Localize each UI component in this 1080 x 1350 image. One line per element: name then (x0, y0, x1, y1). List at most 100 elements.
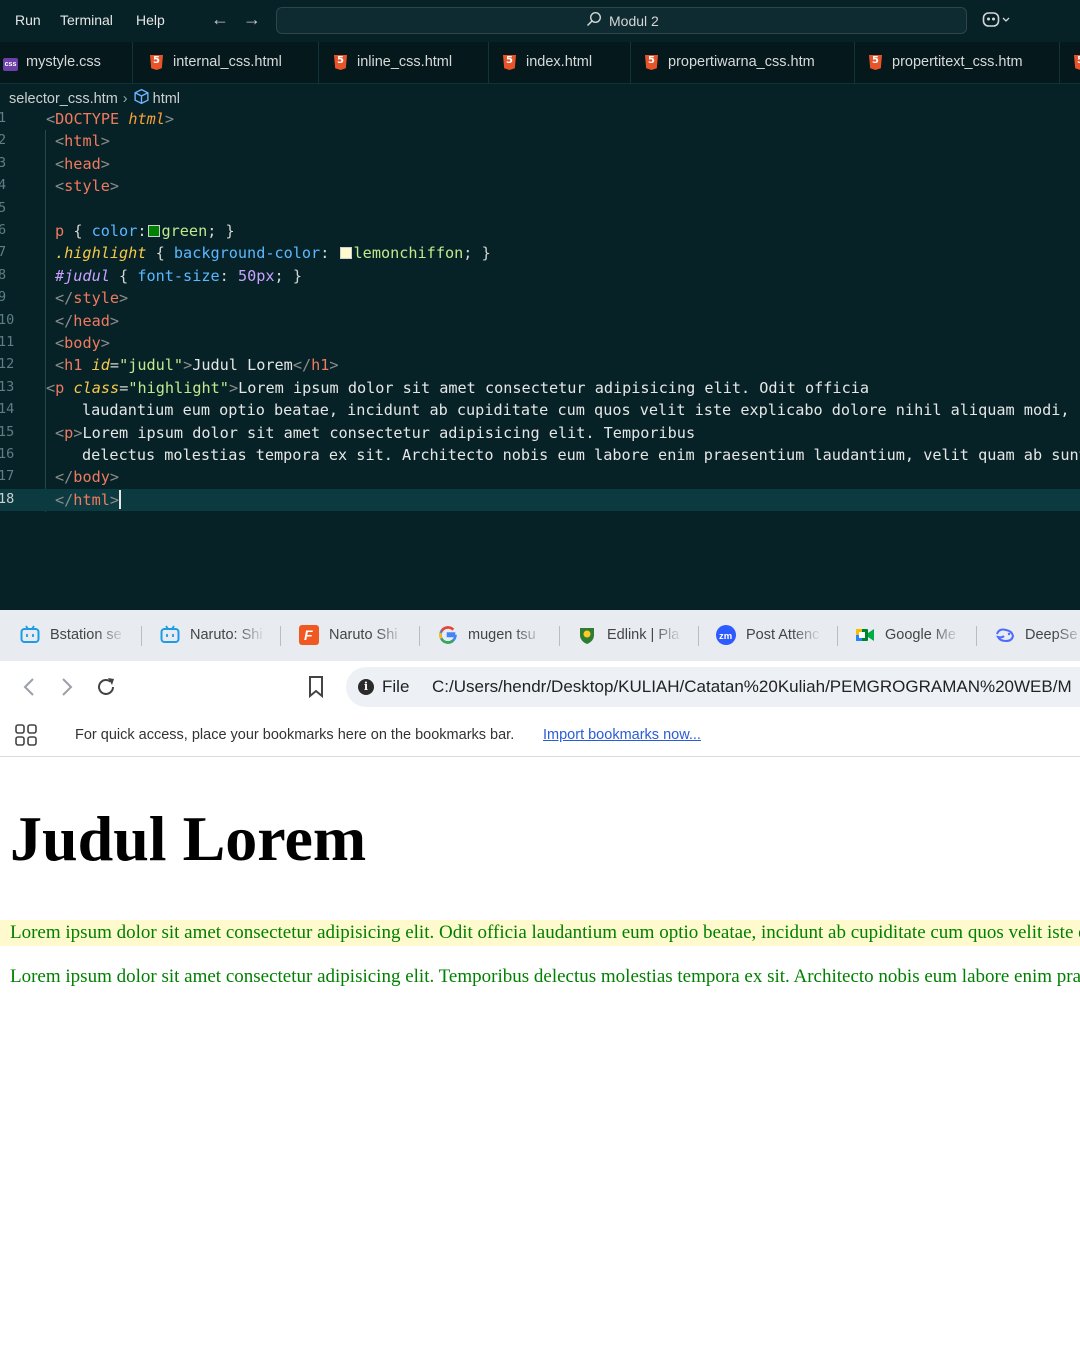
info-icon[interactable]: i (358, 679, 374, 695)
code-line-17: 17 </body> (0, 468, 120, 487)
css-value: 50px (237, 266, 275, 285)
tab-separator (976, 626, 977, 646)
menu-run[interactable]: Run (15, 12, 41, 28)
browser-tab-label: Edlink | Pla (607, 627, 683, 643)
bilibili-icon (160, 625, 180, 643)
browser-tab-post-attendance[interactable]: zm Post Attenc (716, 610, 836, 661)
command-center[interactable]: Modul 2 (276, 7, 967, 34)
doctype-keyword: DOCTYPE (55, 110, 120, 128)
line-number: 15 (0, 423, 15, 440)
svg-text:zm: zm (719, 631, 732, 642)
line-number: 11 (0, 334, 15, 350)
reload-icon[interactable] (94, 675, 118, 699)
copilot-icon[interactable] (982, 10, 1012, 34)
menu-terminal[interactable]: Terminal (60, 12, 113, 28)
attribute-name: id (91, 356, 110, 375)
code-line-15: 15 <p>Lorem ipsum dolor sit amet consect… (0, 423, 696, 442)
tag-name: h1 (311, 356, 330, 375)
code-line-6: 6 p { color: green; } (0, 222, 235, 240)
code-editor[interactable]: 1 <DOCTYPE html> 2 <html> 3 <head> 4 <st… (0, 108, 1080, 528)
line-number: 6 (0, 222, 7, 238)
copilot-glyph (982, 12, 1010, 27)
browser-window: Bstation se Naruto: Shi F Naruto Shi mug… (0, 610, 1080, 1350)
code-line-4: 4 <style> (0, 177, 120, 196)
code-line-1: 1 <DOCTYPE html> (0, 110, 175, 128)
zoom-icon: zm (716, 625, 736, 645)
color-swatch-lemonchiffon[interactable] (339, 247, 352, 260)
title-bar: Run Terminal Help ← → Modul 2 (0, 0, 1080, 42)
tab-propertiwarna-css[interactable]: propertiwarna_css.htm (631, 42, 855, 84)
browser-tab-label: mugen tsu (468, 627, 544, 643)
text-content: Lorem ipsum dolor sit amet consectetur a… (238, 378, 870, 397)
browser-tab-label: Google Me (885, 627, 961, 643)
tab-index-html[interactable]: index.html (489, 42, 631, 84)
tag-name: head (64, 154, 101, 173)
code-line-18: 18 </html> (0, 488, 1080, 512)
line-number: 18 (0, 490, 15, 507)
browser-tab-label: Naruto Shi (329, 627, 405, 643)
browser-tab-naruto-2[interactable]: F Naruto Shi (299, 610, 419, 661)
code-line-7: 7 .highlight { background-color: lemonch… (0, 244, 491, 263)
back-arrow-icon[interactable]: ← (211, 9, 229, 30)
html5-file-icon (150, 55, 163, 70)
code-line-12: 12 <h1 id="judul">Judul Lorem</h1> (0, 356, 339, 375)
css-value: green (161, 222, 208, 240)
browser-tab-edlink[interactable]: Edlink | Pla (577, 610, 697, 661)
url-scheme: File (382, 677, 410, 696)
menu-help[interactable]: Help (136, 12, 165, 28)
highlight-paragraph: Lorem ipsum dolor sit amet consectetur a… (0, 920, 1080, 946)
code-line-14: 14 laudantium eum optio beatae, incidunt… (0, 399, 1080, 421)
google-icon (439, 626, 457, 644)
tab-separator (419, 626, 420, 646)
browser-tab-mugen[interactable]: mugen tsu (438, 610, 558, 661)
doctype-html: html (128, 110, 165, 128)
line-number: 3 (0, 154, 7, 171)
line-number: 2 (0, 132, 7, 149)
forward-arrow-icon[interactable]: → (243, 9, 261, 30)
bookmarks-hint: For quick access, place your bookmarks h… (75, 727, 515, 743)
tab-propertitext-css[interactable]: propertitext_css.htm (855, 42, 1060, 84)
tab-inline-css[interactable]: inline_css.html (319, 42, 489, 84)
search-icon (586, 11, 602, 27)
tag-name: head (73, 311, 110, 330)
color-swatch-green[interactable] (147, 225, 160, 237)
tab-label: internal_css.html (173, 54, 282, 70)
bookmark-icon[interactable] (306, 675, 326, 699)
google-meet-icon (856, 629, 874, 641)
browser-tab-bstation[interactable]: Bstation se (20, 610, 140, 661)
breadcrumb-symbol[interactable]: html (153, 91, 180, 107)
tab-internal-css[interactable]: internal_css.html (133, 42, 319, 84)
forward-icon[interactable] (58, 677, 76, 697)
tab-separator (141, 626, 142, 646)
tag-name: html (64, 132, 101, 151)
breadcrumb-file[interactable]: selector_css.htm (9, 91, 118, 107)
browser-tab-label: DeepSe (1025, 627, 1080, 643)
tag-name: html (73, 490, 110, 509)
line-number: 17 (0, 468, 15, 485)
css-property: color (91, 222, 138, 240)
text-content: laudantium eum optio beatae, incidunt ab… (82, 401, 1080, 420)
code-line-13: 13 <p class="highlight">Lorem ipsum dolo… (0, 378, 870, 397)
tag-name: style (64, 177, 110, 196)
code-line-2: 2 <html> (0, 132, 110, 151)
tab-mystyle-css[interactable]: css mystyle.css (0, 42, 133, 84)
address-bar[interactable]: i File C:/Users/hendr/Desktop/KULIAH/Cat… (346, 667, 1080, 707)
tab-overflow[interactable] (1060, 42, 1080, 84)
tag-name: body (73, 468, 110, 487)
browser-tab-google-meet[interactable]: Google Me (855, 610, 975, 661)
bookmarks-bar: For quick access, place your bookmarks h… (0, 713, 1080, 757)
tab-label: mystyle.css (26, 54, 101, 70)
browser-tab-deepseek[interactable]: DeepSe (995, 610, 1080, 661)
import-bookmarks-link[interactable]: Import bookmarks now... (543, 727, 701, 743)
back-icon[interactable] (20, 677, 38, 697)
text-content: Lorem ipsum dolor sit amet consectetur a… (82, 423, 696, 442)
url-text[interactable]: C:/Users/hendr/Desktop/KULIAH/Catatan%20… (432, 677, 1072, 697)
svg-text:F: F (304, 627, 313, 643)
line-number: 10 (0, 311, 15, 328)
browser-tab-naruto-1[interactable]: Naruto: Shi (160, 610, 280, 661)
text-cursor (119, 489, 122, 509)
tag-name: h1 (64, 356, 83, 375)
code-line-3: 3 <head> (0, 154, 110, 173)
apps-grid-icon[interactable] (15, 724, 37, 746)
text-content: Judul Lorem (192, 356, 293, 375)
